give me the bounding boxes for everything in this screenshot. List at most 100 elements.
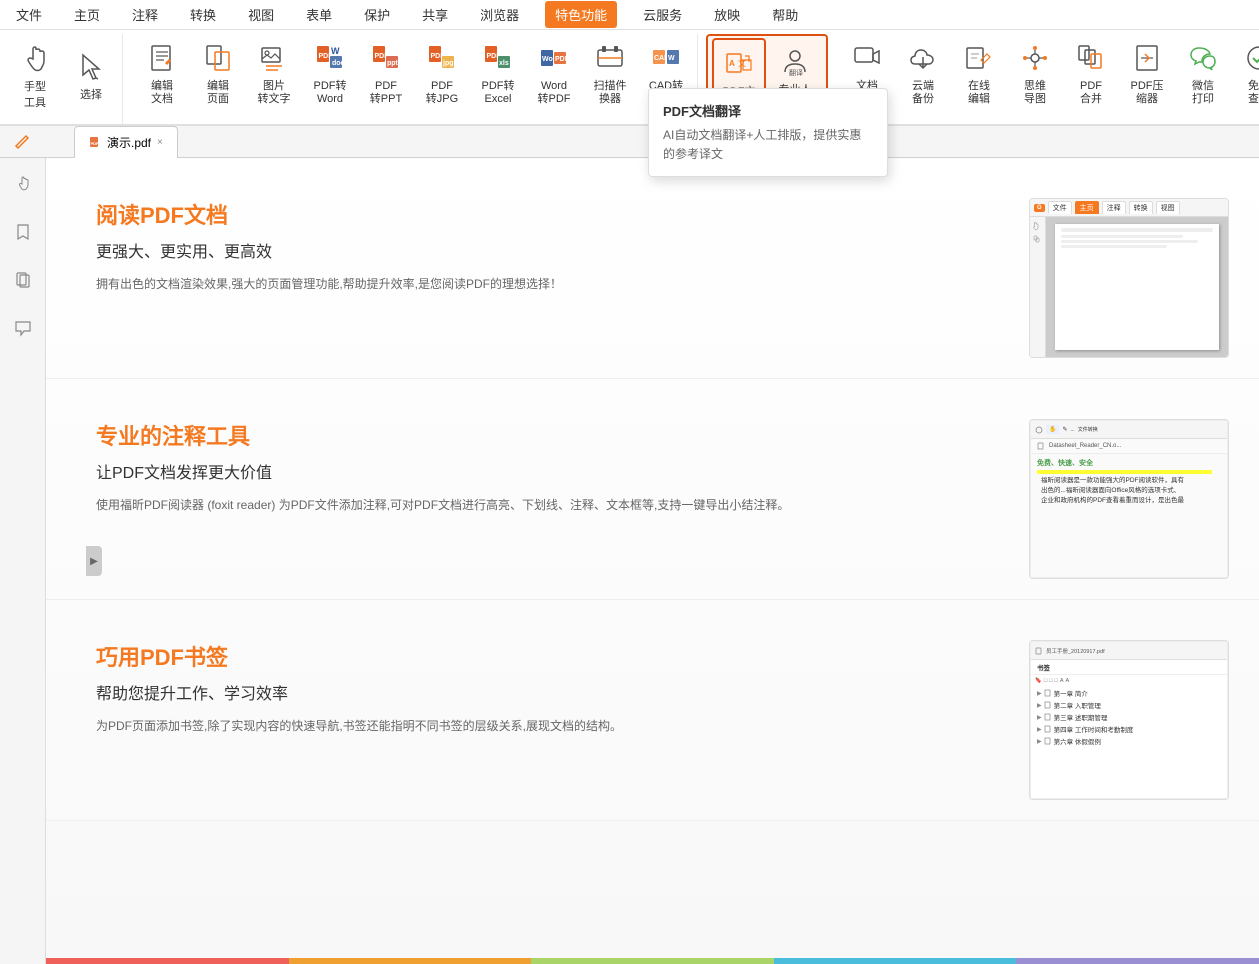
menu-annotate[interactable]: 注释 xyxy=(126,1,164,28)
select-label: 选择 xyxy=(80,86,102,102)
pdf-to-excel-button[interactable]: PDF xls PDF转Excel xyxy=(471,34,525,116)
pdf-excel-label: PDF转Excel xyxy=(482,80,515,106)
left-sidebar xyxy=(0,158,46,964)
edit-doc-icon xyxy=(144,40,180,76)
tab-label: 演示.pdf xyxy=(107,134,151,151)
scan-button[interactable]: 扫描件换器 xyxy=(583,34,637,116)
word-to-pdf-button[interactable]: Word PDF Word转PDF xyxy=(527,34,581,116)
human-translate-icon: 翻译 xyxy=(777,44,813,80)
promo-text-bookmark: 巧用PDF书签 帮助您提升工作、学习效率 为PDF页面添加书签,除了实现内容的快… xyxy=(96,640,999,738)
sidebar-pages-icon[interactable] xyxy=(7,264,39,296)
pdf-to-word-button[interactable]: PDF W doc PDF转Word xyxy=(303,34,357,116)
ribbon-toolbar: 手型工具 选择 编辑文档 编辑页面 xyxy=(0,30,1259,126)
mind-label: 思维导图 xyxy=(1024,80,1046,106)
mini-tab-read: 文件 xyxy=(1048,201,1072,214)
wechat-print-button[interactable]: 微信打印 xyxy=(1176,34,1230,116)
edit-page-button[interactable]: 编辑页面 xyxy=(191,34,245,116)
promo-section-read: 阅读PDF文档 更强大、更实用、更高效 拥有出色的文档渲染效果,强大的页面管理功… xyxy=(46,158,1259,379)
menu-special[interactable]: 特色功能 xyxy=(545,1,617,28)
promo-title-bookmark: 巧用PDF书签 xyxy=(96,640,999,672)
pdf-ppt-icon: PDF ppt xyxy=(368,40,404,76)
mini-hand-icon: ✋ xyxy=(1046,425,1059,434)
tab-close-button[interactable]: × xyxy=(157,137,163,148)
hand-icon xyxy=(19,43,51,78)
pdf-tab[interactable]: PDF 演示.pdf × xyxy=(74,126,178,158)
mini-safe-label: 免费、快速、安全 xyxy=(1037,458,1221,468)
hand-tool-button[interactable]: 手型工具 xyxy=(8,34,62,116)
mini-tree: ▶第一章 简介 ▶第二章 入职管理 ▶第三章 述职期管理 ▶第四章 工作时间和考… xyxy=(1031,687,1227,747)
svg-text:W: W xyxy=(331,46,340,56)
mind-icon xyxy=(1017,40,1053,76)
promo-subtitle-read: 更强大、更实用、更高效 xyxy=(96,238,999,262)
menu-file[interactable]: 文件 xyxy=(10,1,48,28)
menu-convert[interactable]: 转换 xyxy=(184,1,222,28)
bottom-color-bar xyxy=(46,958,1259,964)
promo-image-annotate: ✋ ✎ ... 文件转换 Datasheet_Reader_CN.o... 免费… xyxy=(1029,419,1229,579)
mini-tab-ann: 注释 xyxy=(1102,201,1126,214)
compress-label: PDF压缩器 xyxy=(1131,80,1164,106)
sidebar-hand-icon[interactable] xyxy=(7,168,39,200)
svg-text:PDF: PDF xyxy=(555,56,570,63)
svg-text:jpg: jpg xyxy=(442,60,454,67)
pdf-jpg-icon: PDF jpg xyxy=(424,40,460,76)
edit-tab-icon[interactable] xyxy=(10,130,34,154)
menu-form[interactable]: 表单 xyxy=(300,1,338,28)
menu-present[interactable]: 放映 xyxy=(708,1,746,28)
sidebar-comment-icon[interactable] xyxy=(7,312,39,344)
pdf-content: 阅读PDF文档 更强大、更实用、更高效 拥有出色的文档渲染效果,强大的页面管理功… xyxy=(46,158,1259,964)
sidebar-bookmark-icon[interactable] xyxy=(7,216,39,248)
mini-tree-item-2: ▶第三章 述职期管理 xyxy=(1031,711,1227,723)
mind-map-button[interactable]: 思维导图 xyxy=(1008,34,1062,116)
mini-file-transfer: 文件转换 xyxy=(1078,426,1098,433)
mini-tab-home: 主页 xyxy=(1075,201,1099,214)
svg-text:CAD: CAD xyxy=(654,55,669,62)
sidebar-collapse-arrow[interactable]: ▶ xyxy=(86,546,102,576)
image-to-text-button[interactable]: 图片转文字 xyxy=(247,34,301,116)
pdf-ppt-label: PDF转PPT xyxy=(370,80,402,106)
promo-text-read: 阅读PDF文档 更强大、更实用、更高效 拥有出色的文档渲染效果,强大的页面管理功… xyxy=(96,198,999,296)
menu-browser[interactable]: 浏览器 xyxy=(474,1,525,28)
edit-page-icon xyxy=(200,40,236,76)
edit-doc-button[interactable]: 编辑文档 xyxy=(135,34,189,116)
scan-label: 扫描件换器 xyxy=(594,80,627,106)
promo-section-annotate: 专业的注释工具 让PDF文档发挥更大价值 使用福昕PDF阅读器 (foxit r… xyxy=(46,379,1259,600)
pdf-merge-button[interactable]: PDF合并 xyxy=(1064,34,1118,116)
cad-icon: CAD W xyxy=(648,40,684,76)
tooltip-title: PDF文档翻译 xyxy=(663,101,873,120)
cloud-backup-button[interactable]: 云端备份 xyxy=(896,34,950,116)
compress-icon xyxy=(1129,40,1165,76)
mini-viewer-bookmark: 员工手册_20120917.pdf 书签 🔖□□□AA ▶第一章 简介 ▶第二章… xyxy=(1030,641,1228,799)
svg-text:ppt: ppt xyxy=(387,60,399,67)
promo-desc-read: 拥有出色的文档渲染效果,强大的页面管理功能,帮助提升效率,是您阅读PDF的理想选… xyxy=(96,274,999,296)
pdf-to-ppt-button[interactable]: PDF ppt PDF转PPT xyxy=(359,34,413,116)
online-edit-button[interactable]: 在线编辑 xyxy=(952,34,1006,116)
menu-share[interactable]: 共享 xyxy=(416,1,454,28)
menu-cloud[interactable]: 云服务 xyxy=(637,1,688,28)
word-pdf-label: Word转PDF xyxy=(538,80,571,106)
promo-text-annotate: 专业的注释工具 让PDF文档发挥更大价值 使用福昕PDF阅读器 (foxit r… xyxy=(96,419,999,517)
svg-text:PDF: PDF xyxy=(91,141,100,146)
svg-text:W: W xyxy=(668,55,675,62)
menu-home[interactable]: 主页 xyxy=(68,1,106,28)
svg-text:翻译: 翻译 xyxy=(789,68,803,77)
pdf-compress-button[interactable]: PDF压缩器 xyxy=(1120,34,1174,116)
mini-edit-icon: ✎ xyxy=(1062,426,1067,433)
menu-view[interactable]: 视图 xyxy=(242,1,280,28)
image-icon xyxy=(256,40,292,76)
mini-filename: Datasheet_Reader_CN.o... xyxy=(1049,443,1121,449)
promo-subtitle-bookmark: 帮助您提升工作、学习效率 xyxy=(96,680,999,704)
image-label: 图片转文字 xyxy=(258,80,291,106)
free-check-label: 免费查重 xyxy=(1248,80,1259,106)
free-check-button[interactable]: 免费查重 xyxy=(1232,34,1259,116)
pdf-to-jpg-button[interactable]: PDF jpg PDF转JPG xyxy=(415,34,469,116)
menu-protect[interactable]: 保护 xyxy=(358,1,396,28)
cloud-backup-label: 云端备份 xyxy=(912,80,934,106)
ribbon-group-tools: 手型工具 选择 xyxy=(4,34,123,124)
select-button[interactable]: 选择 xyxy=(64,34,118,116)
mini-toolbar-bookmark: 员工手册_20120917.pdf xyxy=(1031,642,1227,660)
mini-viewer-read: G 文件 主页 注释 转换 视图 xyxy=(1030,199,1228,357)
mini-tree-item-0: ▶第一章 简介 xyxy=(1031,687,1227,699)
mini-highlight-bar xyxy=(1037,470,1212,474)
scan-icon xyxy=(592,40,628,76)
menu-help[interactable]: 帮助 xyxy=(766,1,804,28)
